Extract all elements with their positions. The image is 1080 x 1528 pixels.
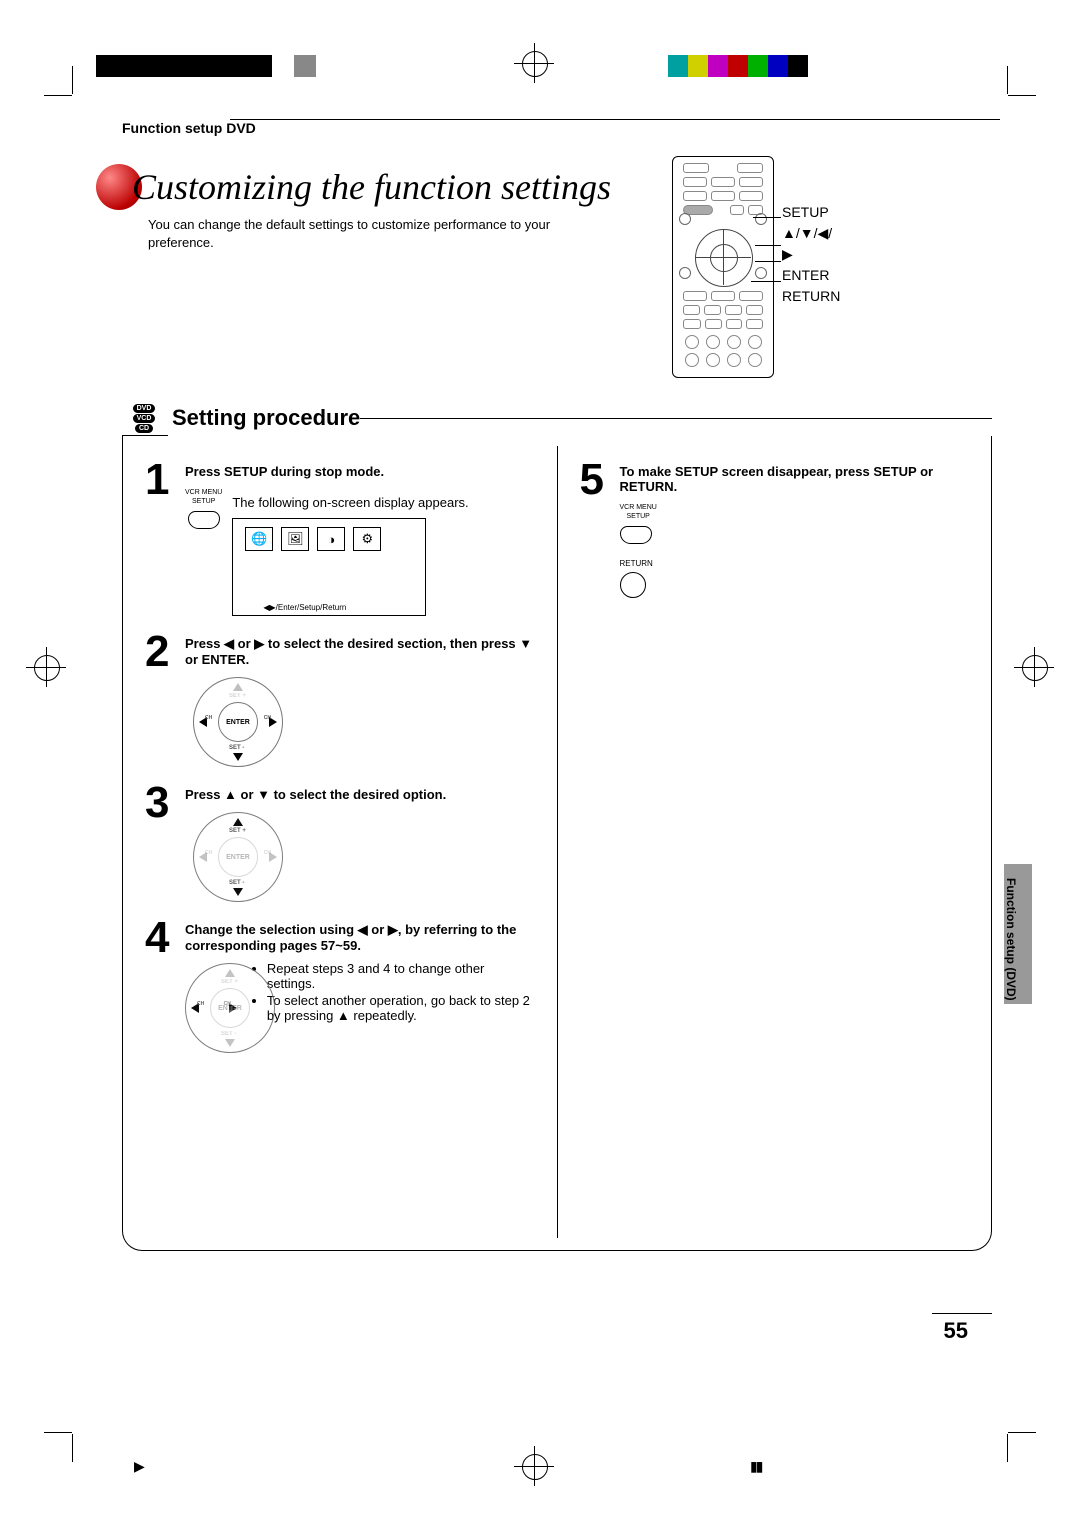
crosshair-icon bbox=[522, 51, 548, 77]
settings-icon: ⚙ bbox=[353, 527, 381, 551]
procedure-box: DVD VCD CD Setting procedure 1 Press SET… bbox=[122, 400, 992, 1251]
step-3-title: Press ▲ or ▼ to select the desired optio… bbox=[185, 787, 535, 802]
page-number: 55 bbox=[944, 1318, 968, 1344]
procedure-title: Setting procedure bbox=[172, 405, 360, 431]
bw-swatches bbox=[96, 55, 316, 77]
setup-button-icon bbox=[188, 511, 220, 529]
remote-label-enter: ENTER bbox=[782, 265, 840, 286]
setup-button-icon bbox=[620, 526, 652, 544]
step-4-bullets: Repeat steps 3 and 4 to change other set… bbox=[253, 959, 535, 1025]
picture-icon: 🖼 bbox=[281, 527, 309, 551]
step-1: 1 Press SETUP during stop mode. VCR MENU… bbox=[145, 464, 535, 616]
step-5-title: To make SETUP screen disappear, press SE… bbox=[620, 464, 970, 494]
osd-preview: 🌐 🖼 ◑ ⚙ ◀▶/Enter/Setup/Return bbox=[232, 518, 426, 616]
step-2: 2 Press ◀ or ▶ to select the desired sec… bbox=[145, 636, 535, 767]
dpad-icon: SET +SET -CHCH ENTER bbox=[185, 963, 243, 1053]
step-5: 5 To make SETUP screen disappear, press … bbox=[580, 464, 970, 598]
pause-icon: ▮▮ bbox=[750, 1458, 761, 1475]
step-4: 4 Change the selection using ◀ or ▶, by … bbox=[145, 922, 535, 1053]
page-title: Customizing the function settings bbox=[96, 164, 611, 210]
page-subtitle: You can change the default settings to c… bbox=[148, 216, 608, 251]
side-label: Function setup (DVD) bbox=[1004, 878, 1018, 1001]
step-2-title: Press ◀ or ▶ to select the desired secti… bbox=[185, 636, 535, 667]
step-4-title: Change the selection using ◀ or ▶, by re… bbox=[185, 922, 535, 953]
remote-label-arrows: ▲/▼/◀/▶ bbox=[782, 223, 840, 265]
globe-icon: 🌐 bbox=[245, 527, 273, 551]
header-rule bbox=[230, 119, 1000, 120]
step-1-title: Press SETUP during stop mode. bbox=[185, 464, 535, 479]
remote-label-setup: SETUP bbox=[782, 202, 840, 223]
remote-label-return: RETURN bbox=[782, 286, 840, 307]
list-item: Repeat steps 3 and 4 to change other set… bbox=[267, 961, 535, 991]
play-icon: ▶ bbox=[134, 1458, 145, 1475]
color-swatches bbox=[668, 55, 808, 77]
step-1-desc: The following on-screen display appears. bbox=[232, 495, 468, 510]
dpad-icon: SET +SET -CHCH ENTER bbox=[193, 812, 283, 902]
dpad-icon: SET +SET -CHCH ENTER bbox=[193, 677, 283, 767]
registration-bar-top bbox=[0, 55, 1080, 79]
page-number-rule bbox=[932, 1313, 992, 1314]
registration-bar-bottom: ▶ ▮▮ bbox=[0, 1454, 1080, 1484]
section-header: Function setup DVD bbox=[122, 120, 256, 136]
osd-footer: ◀▶/Enter/Setup/Return bbox=[263, 603, 346, 612]
remote-illustration: SETUP ▲/▼/◀/▶ ENTER RETURN bbox=[672, 156, 774, 378]
title-text: Customizing the function settings bbox=[132, 166, 611, 208]
disc-tags: DVD VCD CD bbox=[122, 403, 166, 433]
step-3: 3 Press ▲ or ▼ to select the desired opt… bbox=[145, 787, 535, 902]
list-item: To select another operation, go back to … bbox=[267, 993, 535, 1023]
audio-icon: ◑ bbox=[317, 527, 345, 551]
return-button-icon bbox=[620, 572, 646, 598]
